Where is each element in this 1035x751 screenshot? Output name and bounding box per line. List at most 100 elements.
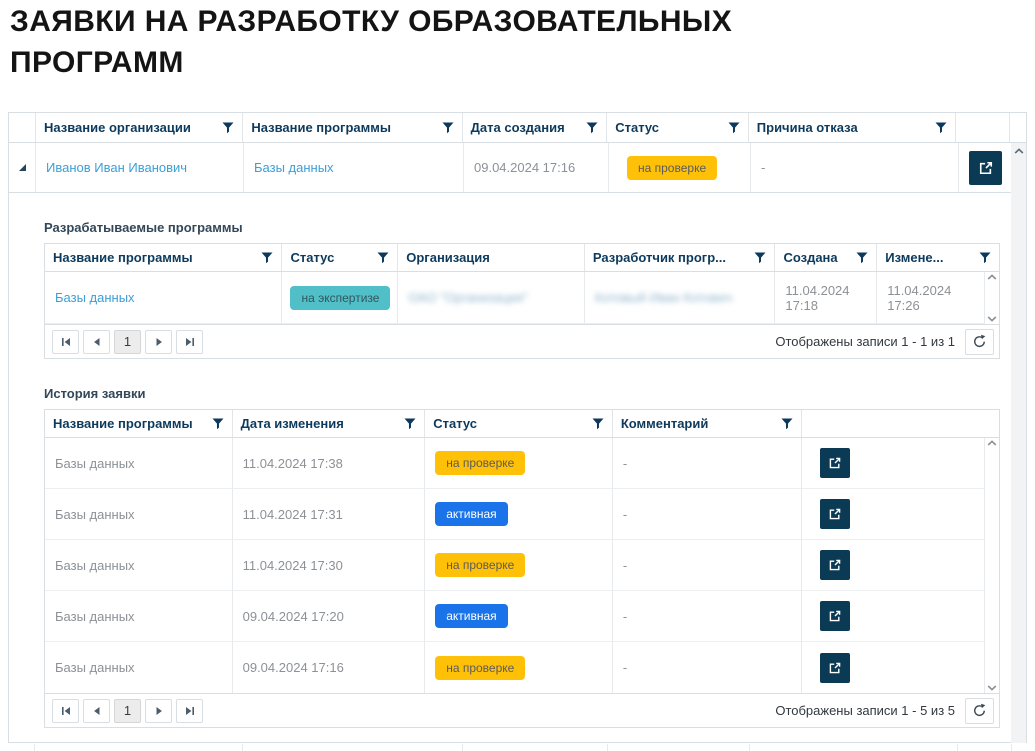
filter-icon[interactable] (222, 122, 234, 134)
filter-icon[interactable] (592, 418, 604, 430)
organization-cell: ОАО "Организация" (398, 272, 585, 323)
filter-icon[interactable] (754, 252, 766, 264)
open-history-entry-button[interactable] (820, 448, 850, 478)
column-header-developer: Разработчик прогр... (585, 244, 776, 271)
prev-page-button[interactable] (83, 699, 110, 723)
filter-icon[interactable] (377, 252, 389, 264)
actions-cell (802, 591, 999, 641)
refresh-icon (972, 334, 987, 349)
column-label: Статус (615, 120, 659, 135)
next-page-button[interactable] (145, 699, 172, 723)
filter-icon[interactable] (261, 252, 273, 264)
filter-icon[interactable] (781, 418, 793, 430)
scroll-down-icon[interactable] (987, 685, 997, 691)
filter-icon[interactable] (586, 122, 598, 134)
column-label: Причина отказа (757, 120, 858, 135)
column-label: Дата изменения (241, 416, 344, 431)
open-application-button[interactable] (969, 151, 1002, 185)
external-link-icon (828, 609, 842, 623)
refresh-button[interactable] (965, 698, 994, 724)
column-label: Название программы (53, 416, 193, 431)
history-table: Название программы Дата изменения Статус… (44, 409, 1000, 728)
refresh-button[interactable] (965, 329, 994, 355)
program-cell: Базы данных (244, 143, 464, 192)
status-cell: на экспертизе (282, 272, 398, 323)
open-history-entry-button[interactable] (820, 550, 850, 580)
status-cell: активная (425, 489, 613, 539)
last-page-button[interactable] (176, 699, 203, 723)
history-row: Базы данных 11.04.2024 17:31 активная - (45, 489, 999, 540)
open-history-entry-button[interactable] (820, 499, 850, 529)
scroll-up-icon[interactable] (1014, 148, 1024, 154)
scroll-down-icon[interactable] (987, 316, 997, 322)
pager-summary: Отображены записи 1 - 1 из 1 (775, 334, 955, 349)
filter-icon[interactable] (935, 122, 947, 134)
page-1-button[interactable]: 1 (114, 699, 141, 723)
program-link[interactable]: Базы данных (254, 160, 334, 175)
scroll-up-icon[interactable] (987, 274, 997, 280)
collapse-detail-toggle[interactable] (9, 143, 36, 192)
filter-icon[interactable] (442, 122, 454, 134)
history-row: Базы данных 09.04.2024 17:20 активная - (45, 591, 999, 642)
next-page-button[interactable] (145, 330, 172, 354)
programs-pager: 1 Отображены записи 1 - 1 из 1 (45, 324, 999, 358)
column-label: Дата создания (471, 120, 565, 135)
program-cell: Базы данных (45, 438, 233, 488)
filter-icon[interactable] (212, 418, 224, 430)
last-page-button[interactable] (176, 330, 203, 354)
scroll-up-icon[interactable] (987, 440, 997, 446)
program-cell: Базы данных (45, 489, 233, 539)
rejection-reason-cell: - (751, 143, 959, 192)
actions-cell (802, 438, 999, 488)
column-header-status: Статус (607, 113, 749, 142)
column-header-status: Статус (425, 410, 613, 437)
main-table-scrollbar[interactable] (1011, 143, 1026, 743)
column-header-program: Название программы (45, 410, 233, 437)
column-label: Название программы (251, 120, 391, 135)
changed-cell: 09.04.2024 17:20 (233, 591, 426, 641)
prev-page-button[interactable] (83, 330, 110, 354)
organization-link[interactable]: Иванов Иван Иванович (46, 160, 187, 175)
actions-cell (802, 540, 999, 590)
status-badge: на проверке (627, 156, 717, 180)
column-label: Комментарий (621, 416, 709, 431)
column-header-created: Создана (775, 244, 877, 271)
column-header-comment: Комментарий (613, 410, 803, 437)
actions-cell (959, 143, 1013, 192)
filter-icon[interactable] (404, 418, 416, 430)
open-history-entry-button[interactable] (820, 601, 850, 631)
filter-icon[interactable] (979, 252, 991, 264)
comment-cell: - (613, 540, 803, 590)
status-badge: на экспертизе (290, 286, 390, 310)
next-page-icon (153, 705, 165, 717)
status-cell: активная (425, 591, 613, 641)
next-page-icon (153, 336, 165, 348)
created-cell: 09.04.2024 17:16 (464, 143, 609, 192)
organization-cell: Иванов Иван Иванович (36, 143, 244, 192)
prev-page-icon (91, 705, 103, 717)
program-link[interactable]: Базы данных (55, 290, 135, 305)
column-label: Организация (406, 250, 490, 265)
external-link-icon (978, 160, 994, 176)
programs-table-scrollbar[interactable] (984, 272, 999, 324)
page-title: ЗАЯВКИ НА РАЗРАБОТКУ ОБРАЗОВАТЕЛЬНЫХ ПРО… (10, 2, 810, 83)
application-detail-panel: Разрабатываемые программы Название прогр… (9, 193, 1026, 742)
page-1-button[interactable]: 1 (114, 330, 141, 354)
developer-redacted-text: Котовый Иван Котович (595, 290, 732, 305)
status-badge: активная (435, 604, 507, 628)
open-history-entry-button[interactable] (820, 653, 850, 683)
actions-column-header (802, 410, 999, 437)
status-cell: на проверке (425, 642, 613, 693)
program-cell: Базы данных (45, 591, 233, 641)
column-label: Разработчик прогр... (593, 250, 726, 265)
filter-icon[interactable] (856, 252, 868, 264)
programs-table: Название программы Статус Организация Ра… (44, 243, 1000, 359)
first-page-button[interactable] (52, 699, 79, 723)
first-page-button[interactable] (52, 330, 79, 354)
status-badge: активная (435, 502, 507, 526)
column-header-modified: Измене... (877, 244, 999, 271)
history-table-scrollbar[interactable] (984, 438, 999, 693)
status-cell: на проверке (425, 540, 613, 590)
status-badge: на проверке (435, 553, 525, 577)
filter-icon[interactable] (728, 122, 740, 134)
